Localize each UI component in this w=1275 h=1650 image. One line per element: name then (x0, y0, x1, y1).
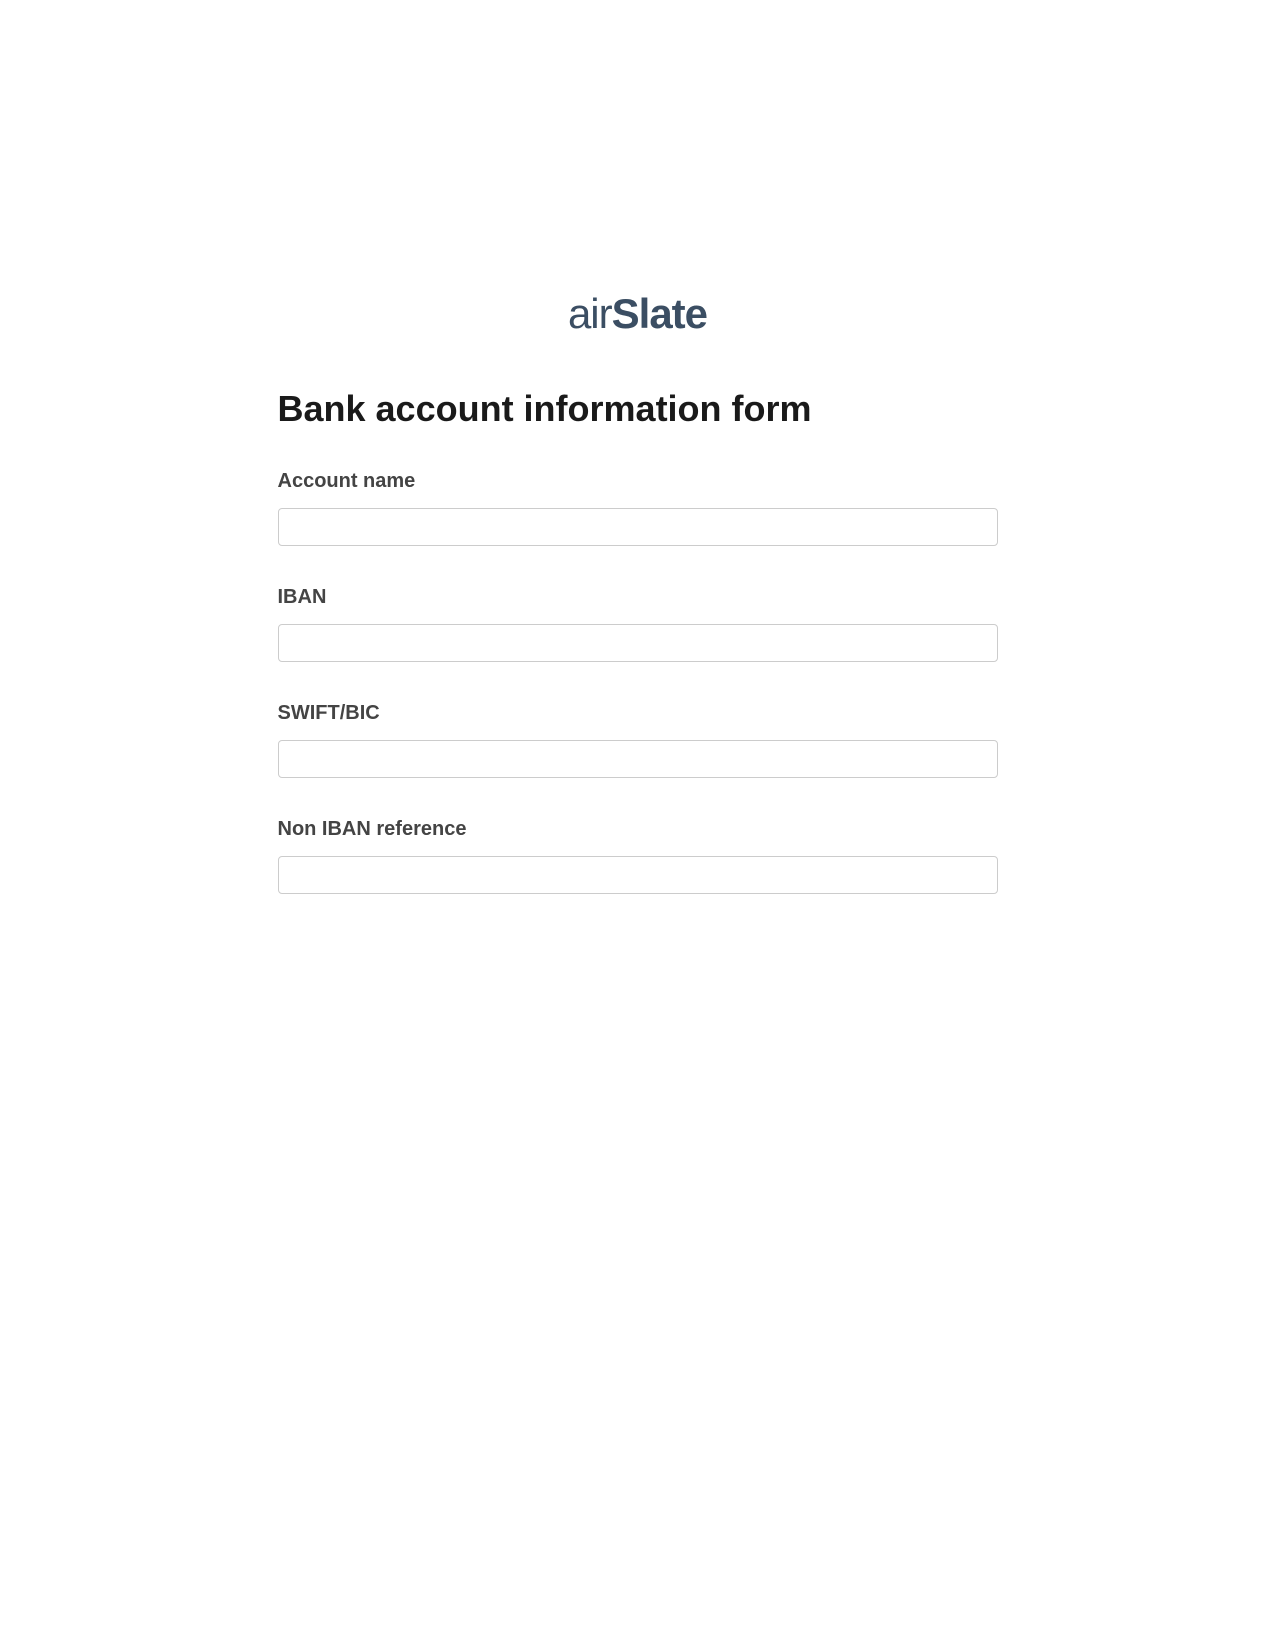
input-swift-bic[interactable] (278, 740, 998, 778)
input-iban[interactable] (278, 624, 998, 662)
form-container: airSlate Bank account information form A… (278, 290, 998, 894)
label-swift-bic: SWIFT/BIC (278, 702, 998, 725)
label-non-iban-reference: Non IBAN reference (278, 818, 998, 841)
label-iban: IBAN (278, 586, 998, 609)
form-title: Bank account information form (278, 388, 998, 430)
logo-part1: air (568, 290, 612, 337)
field-iban: IBAN (278, 586, 998, 662)
logo-part2: Slate (612, 290, 707, 337)
field-non-iban-reference: Non IBAN reference (278, 818, 998, 894)
input-non-iban-reference[interactable] (278, 856, 998, 894)
label-account-name: Account name (278, 470, 998, 493)
field-account-name: Account name (278, 470, 998, 546)
field-swift-bic: SWIFT/BIC (278, 702, 998, 778)
logo: airSlate (278, 290, 998, 338)
logo-text: airSlate (568, 290, 707, 337)
input-account-name[interactable] (278, 508, 998, 546)
